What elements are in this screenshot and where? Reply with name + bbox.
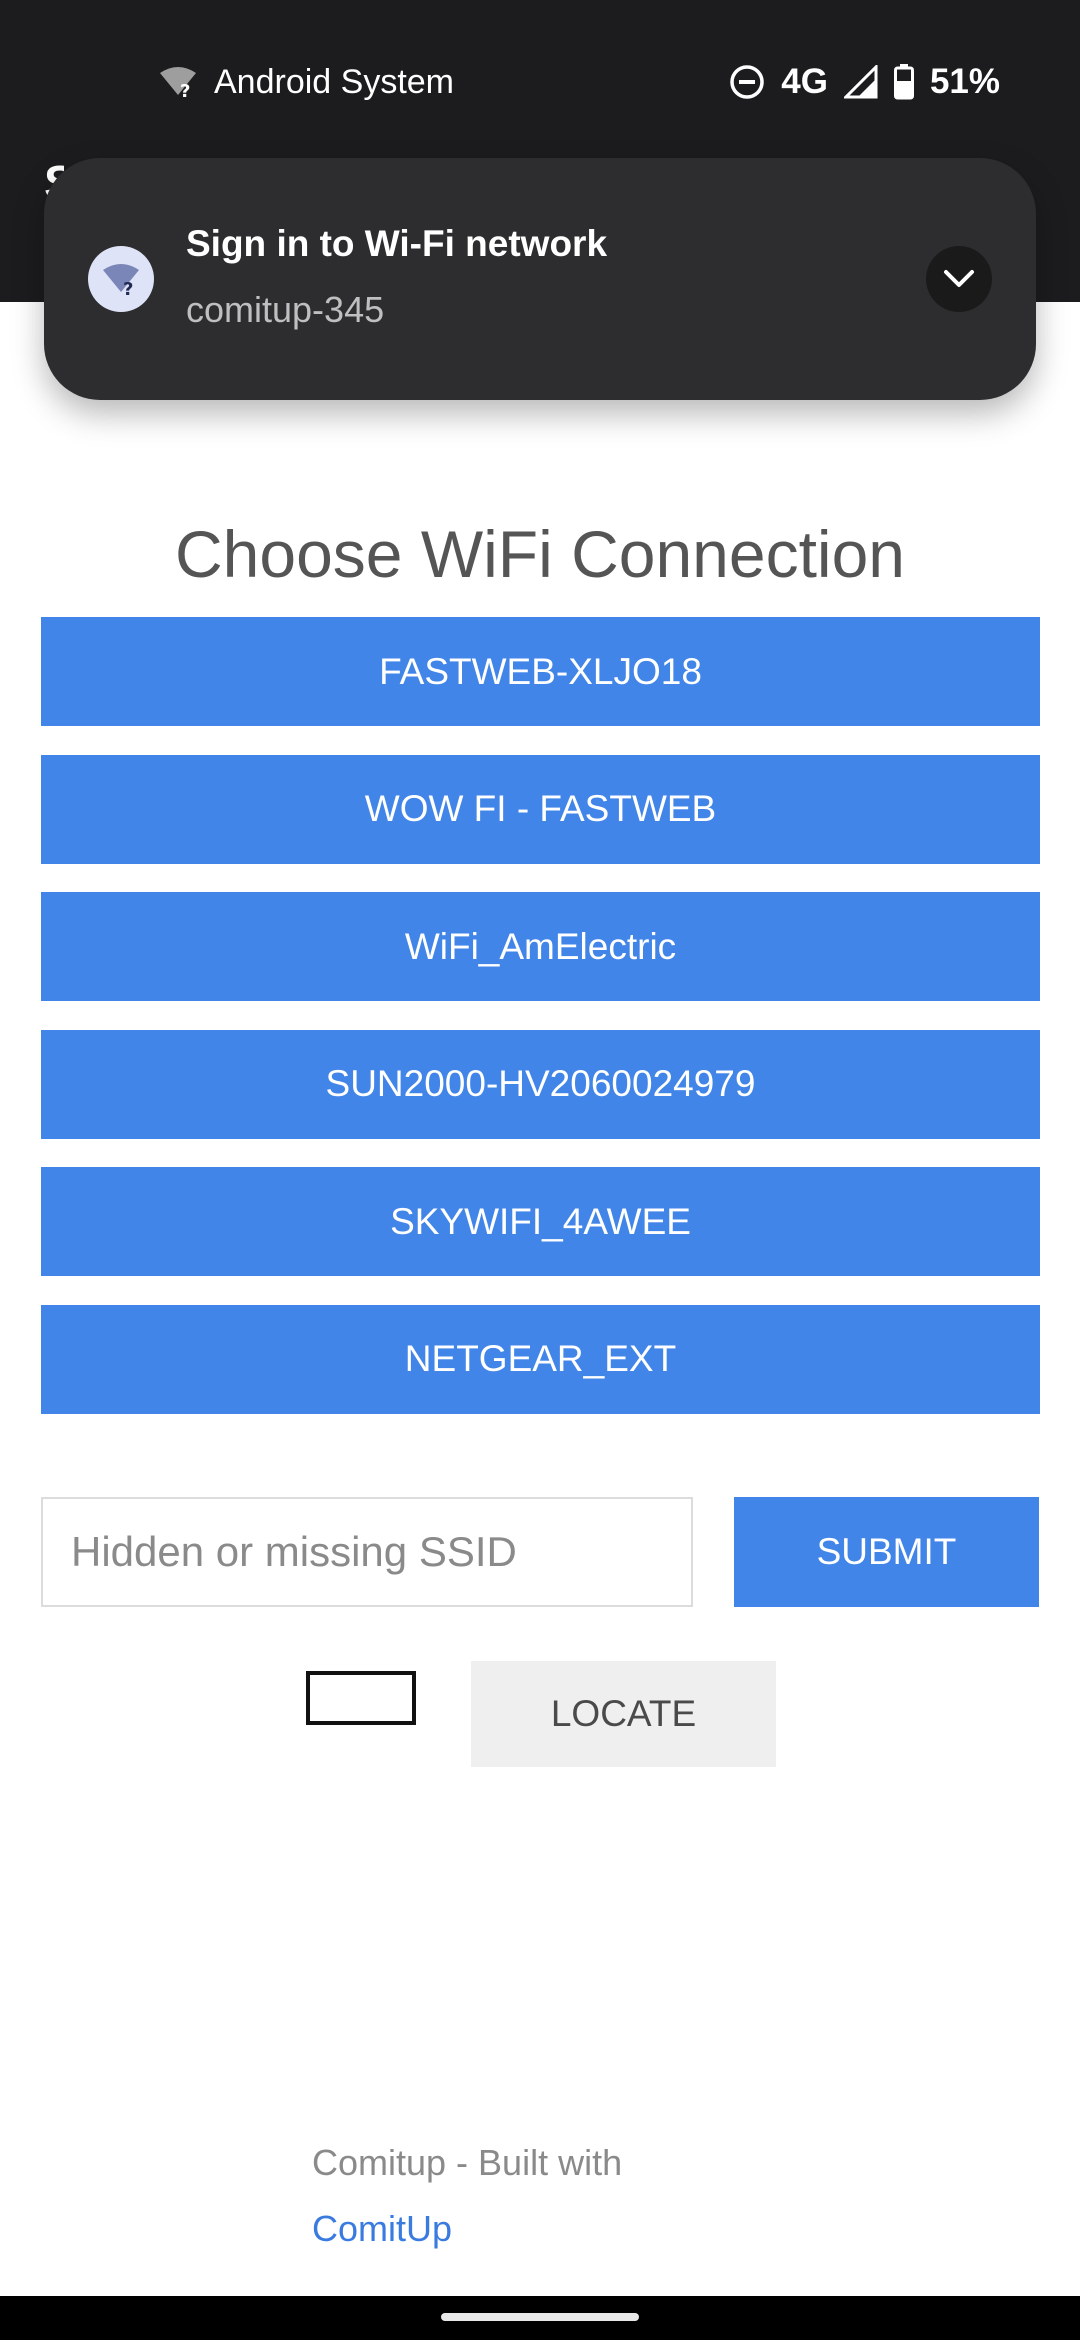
network-button[interactable]: WiFi_AmElectric: [41, 892, 1040, 1001]
network-button[interactable]: FASTWEB-XLJO18: [41, 617, 1040, 726]
network-button[interactable]: NETGEAR_EXT: [41, 1304, 1040, 1414]
battery-icon: [893, 64, 914, 100]
locate-checkbox[interactable]: [306, 1671, 416, 1725]
notification-subtitle: comitup-345: [186, 289, 385, 330]
network-button[interactable]: SUN2000-HV2060024979: [41, 1029, 1040, 1139]
svg-text:?: ?: [123, 279, 133, 296]
chevron-down-icon: [944, 270, 974, 287]
network-button[interactable]: WOW FI - FASTWEB: [41, 754, 1040, 864]
network-type: 4G: [781, 62, 828, 101]
notification-title: Sign in to Wi-Fi network: [186, 223, 608, 264]
signal-icon: [843, 65, 878, 99]
page-title: Choose WiFi Connection: [175, 517, 905, 592]
wifi-question-icon: ?: [158, 65, 198, 99]
network-list: FASTWEB-XLJO18 WOW FI - FASTWEB WiFi_AmE…: [41, 617, 1040, 1442]
notification-source: Android System: [214, 62, 454, 101]
home-gesture-handle[interactable]: [441, 2313, 639, 2321]
ssid-input[interactable]: [41, 1497, 693, 1607]
comitup-link[interactable]: ComitUp: [312, 2196, 622, 2262]
wifi-question-icon: ?: [88, 246, 154, 312]
wifi-signin-notification[interactable]: ? Sign in to Wi-Fi network comitup-345: [44, 158, 1036, 400]
network-button[interactable]: SKYWIFI_4AWEE: [41, 1167, 1040, 1276]
navigation-bar: [0, 2296, 1080, 2340]
locate-button[interactable]: LOCATE: [471, 1661, 776, 1767]
svg-text:?: ?: [180, 81, 190, 99]
expand-notification-button[interactable]: [926, 246, 992, 312]
submit-button[interactable]: SUBMIT: [734, 1497, 1039, 1607]
status-bar-left: ? Android System: [158, 58, 454, 106]
footer-text: Comitup - Built with: [312, 2142, 623, 2183]
battery-level: 51%: [929, 62, 1000, 101]
status-bar-right: 4G 51%: [729, 58, 1000, 106]
footer: Comitup - Built with ComitUp: [312, 2130, 622, 2262]
do-not-disturb-icon: [729, 64, 765, 100]
